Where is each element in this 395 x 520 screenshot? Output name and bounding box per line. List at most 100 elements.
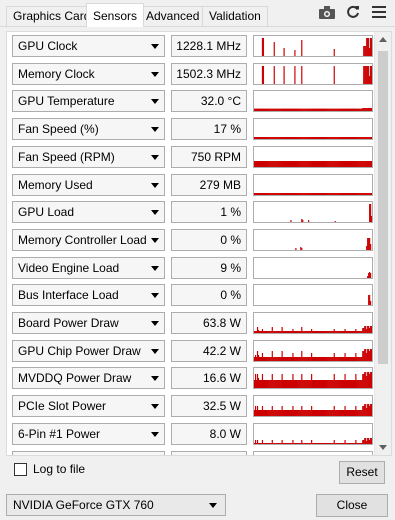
sensor-value: 279 MB [171, 173, 247, 196]
sensor-row: Memory Clock 1502.3 MHz [7, 61, 374, 89]
log-to-file-row[interactable]: Log to file [14, 462, 85, 476]
sensor-name-dropdown[interactable]: GPU Temperature [12, 90, 165, 113]
sensor-graph [253, 367, 373, 390]
sensor-name-dropdown[interactable]: GPU Load [12, 201, 165, 224]
sensor-name: GPU Temperature [18, 94, 115, 109]
sensor-graph [253, 339, 373, 362]
sensor-graph-trace [261, 38, 372, 56]
sensor-graph-trace [290, 204, 372, 223]
reset-button[interactable]: Reset [339, 461, 385, 484]
sensor-name: GPU Load [18, 205, 75, 220]
scroll-up-icon[interactable] [379, 37, 387, 42]
close-button[interactable]: Close [316, 494, 388, 517]
sensor-graph [253, 422, 373, 445]
sensor-name-dropdown[interactable]: MVDDQ Power Draw [12, 367, 165, 390]
graph-sample [283, 65, 285, 84]
sensor-graph [253, 312, 373, 334]
sensor-row: Board Power Draw 63.8 W [7, 310, 374, 338]
graph-sample [301, 65, 303, 84]
log-to-file-checkbox[interactable] [14, 462, 27, 476]
graph-sample [371, 372, 372, 389]
scroll-down-icon[interactable] [379, 445, 387, 450]
sensor-graph-trace [254, 348, 372, 361]
chevron-down-icon [151, 44, 159, 49]
tab-label: Sensors [93, 9, 138, 23]
graph-sample [301, 40, 303, 56]
sensor-graph-trace [254, 372, 372, 389]
sensor-name: 6-Pin #1 Power [18, 426, 101, 441]
chevron-down-icon [151, 210, 159, 216]
tab-sensors[interactable]: Sensors [86, 3, 145, 27]
tab-advanced[interactable]: Advanced [139, 6, 207, 26]
graph-sample [302, 220, 304, 223]
graph-sample [370, 301, 372, 306]
tab-graphics-card[interactable]: Graphics Card [6, 6, 98, 26]
graph-sample [308, 220, 310, 223]
toolbar-icons [319, 4, 387, 20]
sensor-row: GPU Chip Power Draw 42.2 W [7, 338, 374, 366]
sensor-name-dropdown[interactable]: 6-Pin #1 Power [12, 422, 165, 445]
sensor-row: 6-Pin #1 Power 8.0 W [7, 421, 374, 449]
graph-sample [262, 38, 265, 56]
sensor-value: 16.6 W [171, 367, 247, 390]
graph-sample [371, 326, 372, 333]
sensor-name-dropdown[interactable]: GPU Chip Power Draw [12, 339, 165, 362]
graph-sample [371, 348, 372, 361]
sensor-graph-trace [254, 108, 372, 112]
sensor-name: GPU Clock [18, 39, 78, 53]
graph-sample [262, 65, 265, 84]
sensor-graph-trace [254, 452, 372, 457]
sensor-value: 32.5 W [171, 395, 247, 418]
graph-sample [371, 192, 372, 195]
graph-sample [371, 108, 372, 112]
sensor-graph-trace [254, 326, 372, 333]
tab-label: Graphics Card [13, 9, 91, 23]
sensor-name: GPU Chip Power Draw [18, 343, 141, 358]
sensor-name-dropdown[interactable]: Memory Controller Load [12, 228, 165, 251]
scroll-thumb[interactable] [378, 51, 388, 364]
chevron-down-icon [151, 404, 159, 410]
sensor-name-dropdown[interactable]: 8-Pin #2 Power [12, 450, 165, 455]
menu-icon[interactable] [371, 4, 387, 20]
sensor-row: Memory Used 279 MB [7, 172, 374, 200]
sensor-value: 9 % [171, 256, 247, 279]
graph-sample [371, 38, 372, 56]
sensor-graph-trace [254, 137, 372, 140]
tab-label: Advanced [146, 9, 200, 23]
sensor-name-dropdown[interactable]: Memory Clock [12, 62, 165, 85]
chevron-down-icon [151, 99, 159, 105]
sensor-row: GPU Temperature 32.0 °C [7, 88, 374, 116]
sensor-name: Memory Used [18, 177, 93, 192]
sensor-name-dropdown[interactable]: PCIe Slot Power [12, 395, 165, 418]
sensor-graph-trace [261, 65, 372, 84]
chevron-down-icon [151, 348, 159, 354]
sensor-name-dropdown[interactable]: Board Power Draw [12, 312, 165, 334]
graph-sample [273, 42, 275, 56]
chevron-down-icon [151, 237, 159, 243]
sensor-name: Memory Controller Load [18, 232, 147, 247]
sensor-value: 0 % [171, 284, 247, 307]
sensor-name-dropdown[interactable]: Video Engine Load [12, 256, 165, 279]
vertical-scrollbar[interactable] [374, 32, 391, 455]
sensor-name-dropdown[interactable]: Fan Speed (RPM) [12, 145, 165, 168]
sensor-value: 17 % [171, 118, 247, 141]
chevron-down-icon [151, 321, 159, 326]
sensor-name-dropdown[interactable]: Memory Used [12, 173, 165, 196]
sensor-name-dropdown[interactable]: Bus Interface Load [12, 284, 165, 307]
graph-sample [371, 437, 372, 444]
refresh-icon[interactable] [345, 4, 361, 20]
sensor-graph [253, 256, 373, 279]
sensor-graph-trace [254, 192, 372, 195]
sensor-name-dropdown[interactable]: Fan Speed (%) [12, 118, 165, 141]
sensor-row: GPU Load 1 % [7, 199, 374, 227]
sensor-row: MVDDQ Power Draw 16.6 W [7, 365, 374, 393]
gpu-select[interactable]: NVIDIA GeForce GTX 760 [6, 494, 226, 516]
sensor-name-dropdown[interactable]: GPU Clock [12, 35, 165, 57]
sensor-name: Video Engine Load [18, 260, 120, 275]
sensor-row: GPU Clock 1228.1 MHz [7, 33, 374, 61]
tab-validation[interactable]: Validation [202, 6, 268, 26]
camera-icon[interactable] [319, 4, 335, 20]
graph-sample [295, 247, 297, 250]
sensor-value: 750 RPM [171, 145, 247, 168]
sensor-graph [253, 284, 373, 307]
